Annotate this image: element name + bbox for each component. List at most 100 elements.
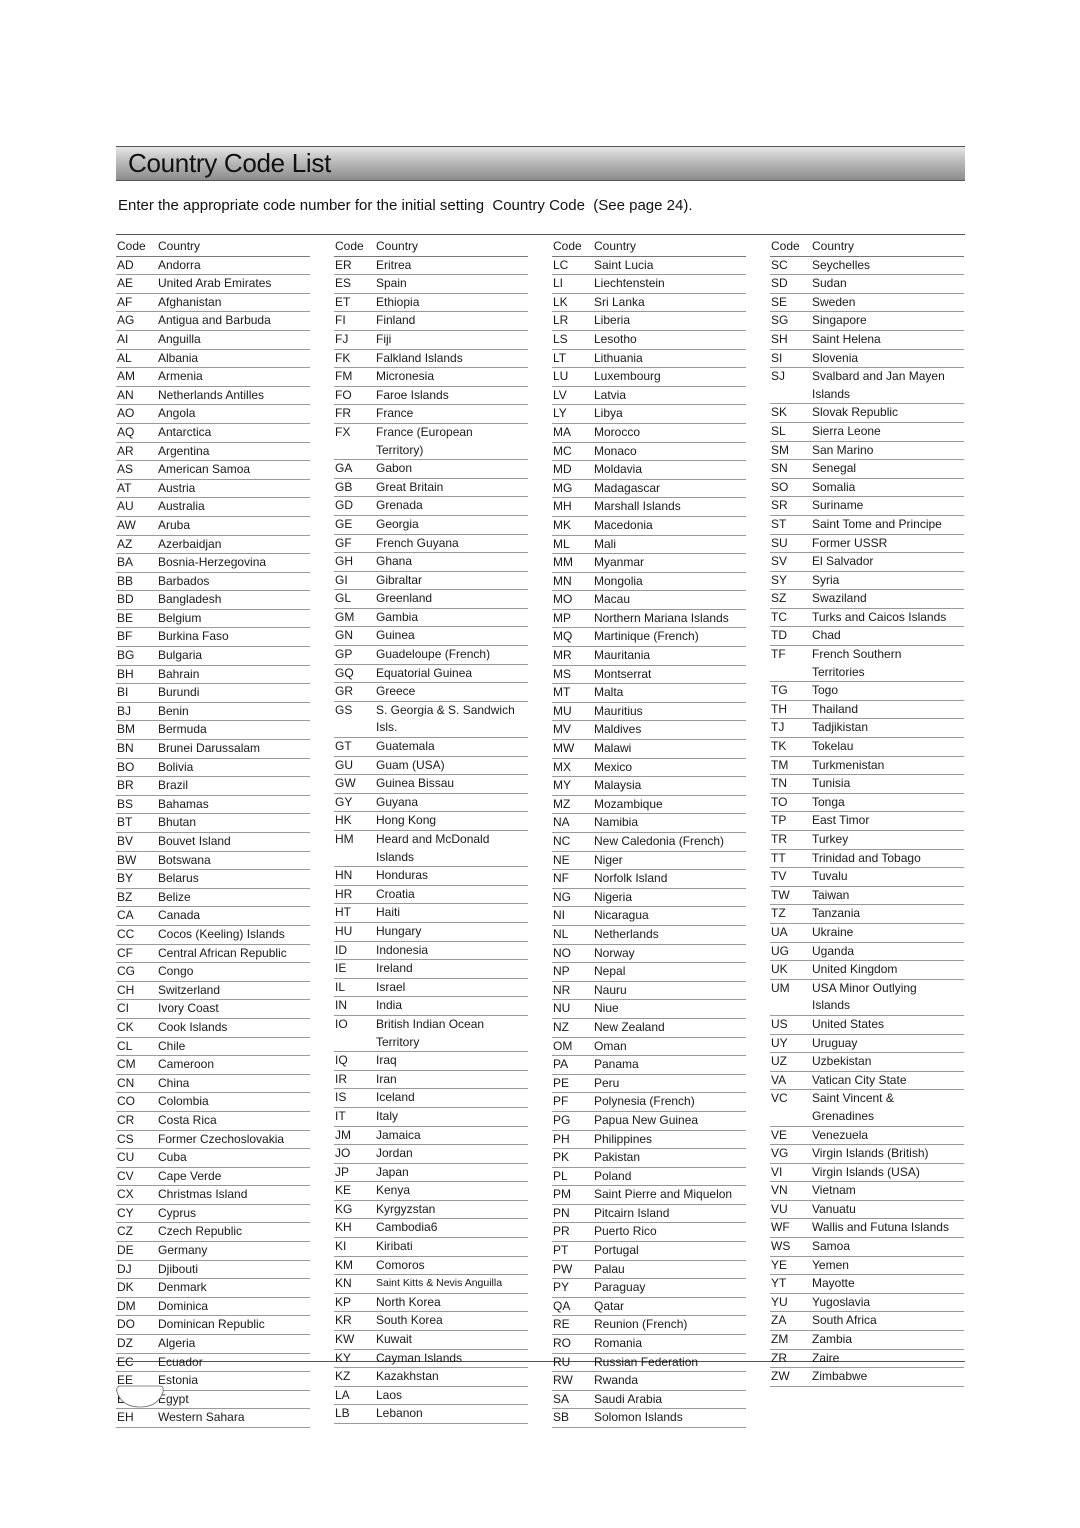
country-code: KH (335, 1220, 352, 1235)
country-name: Albania (158, 350, 199, 365)
table-row: CM Cameroon (116, 1056, 310, 1075)
country-name: Somalia (812, 479, 856, 494)
table-row: MT Malta (552, 684, 746, 703)
table-row: TO Tonga (770, 794, 964, 813)
country-code: AG (117, 313, 135, 328)
table-row: FO Faroe Islands (334, 387, 528, 406)
country-code: KP (335, 1294, 352, 1309)
table-row: KW Kuwait (334, 1331, 528, 1350)
table-row: PY Paraguay (552, 1279, 746, 1298)
table-row: CG Congo (116, 963, 310, 982)
table-row: ST Saint Tome and Principe (770, 516, 964, 535)
country-code: QA (553, 1298, 571, 1313)
country-code: YU (771, 1294, 788, 1309)
country-code: PK (553, 1150, 570, 1165)
table-row: SB Solomon Islands (552, 1409, 746, 1428)
page-number-badge (116, 1385, 164, 1408)
country-name: Laos (376, 1387, 403, 1402)
country-code: CO (117, 1094, 135, 1109)
country-name: Pakistan (594, 1150, 641, 1165)
table-row: RW Rwanda (552, 1372, 746, 1391)
table-row: CY Cyprus (116, 1205, 310, 1224)
country-code: SG (771, 313, 789, 328)
table-row: TJ Tadjikistan (770, 719, 964, 739)
table-row: CZ Czech Republic (116, 1223, 310, 1243)
table-row: VN Vietnam (770, 1182, 964, 1201)
table-row: BO Bolivia (116, 759, 310, 778)
table-row: KG Kyrgyzstan (334, 1201, 528, 1220)
table-row: KN Saint Kitts & Nevis Anguilla (334, 1275, 528, 1294)
table-row: CK Cook Islands (116, 1019, 310, 1038)
table-row: MK Macedonia (552, 517, 746, 536)
country-name: Algeria (158, 1336, 196, 1351)
country-code: NC (553, 834, 571, 848)
table-row: SK Slovak Republic (770, 404, 964, 423)
table-row: EH Western Sahara (116, 1409, 310, 1428)
table-row: CO Colombia (116, 1093, 310, 1112)
country-code: PW (553, 1261, 573, 1276)
country-name: Seychelles (812, 257, 871, 272)
table-row: GI Gibraltar (334, 572, 528, 591)
country-code: LT (553, 350, 567, 365)
table-row: SI Slovenia (770, 350, 964, 369)
country-name: Taiwan (812, 887, 850, 902)
table-row: BD Bangladesh (116, 591, 310, 610)
country-name: Lesotho (594, 331, 637, 346)
table-row: AM Armenia (116, 368, 310, 387)
country-code: BA (117, 555, 134, 570)
country-name: Belize (158, 889, 191, 904)
country-name: Mayotte (812, 1276, 855, 1291)
country-name: Saint Tome and Principe (812, 516, 942, 531)
table-row: MM Myanmar (552, 554, 746, 573)
table-row: NF Norfolk Island (552, 870, 746, 889)
table-row: LC Saint Lucia (552, 257, 746, 276)
table-row: QA Qatar (552, 1298, 746, 1317)
country-name: Philippines (594, 1131, 653, 1146)
table-row: GT Guatemala (334, 738, 528, 757)
table-row: BR Brazil (116, 777, 310, 796)
country-name: Syria (812, 572, 840, 587)
country-code: LB (335, 1406, 350, 1421)
country-code: BH (117, 666, 134, 681)
country-name: China (158, 1075, 190, 1090)
table-row: KZ Kazakhstan (334, 1368, 528, 1387)
country-name: Finland (376, 313, 416, 328)
country-code: IS (335, 1090, 347, 1105)
country-code: TZ (771, 906, 786, 921)
country-code: KR (335, 1313, 352, 1328)
table-row: NC New Caledonia (French) (552, 833, 746, 852)
country-name: Heard and McDonald Islands (376, 832, 490, 864)
table-row: BY Belarus (116, 870, 310, 889)
country-name: Rwanda (594, 1373, 639, 1388)
country-code: KM (335, 1257, 353, 1272)
table-row: MS Montserrat (552, 666, 746, 685)
table-row: HT Haiti (334, 904, 528, 923)
country-name: Liechtenstein (594, 276, 665, 291)
country-name: Egypt (158, 1391, 189, 1406)
country-name: Botswana (158, 852, 211, 867)
table-row: NZ New Zealand (552, 1019, 746, 1038)
table-row: MZ Mozambique (552, 796, 746, 815)
country-code: GB (335, 479, 353, 494)
country-name: Andorra (158, 257, 201, 272)
country-name: New Caledonia (French) (594, 834, 725, 848)
table-row: SO Somalia (770, 479, 964, 498)
table-row: MQ Martinique (French) (552, 628, 746, 648)
country-name: Bouvet Island (158, 834, 231, 848)
table-row: KI Kiribati (334, 1238, 528, 1257)
country-code: CG (117, 964, 135, 979)
table-row: ET Ethiopia (334, 294, 528, 313)
country-code: HN (335, 868, 353, 883)
table-row: IO British Indian Ocean Territory (334, 1016, 528, 1053)
country-code: CS (117, 1131, 134, 1146)
country-name: United States (812, 1016, 885, 1031)
country-name: Saint Helena (812, 331, 881, 346)
table-row: MU Mauritius (552, 703, 746, 722)
table-row: WF Wallis and Futuna Islands (770, 1219, 964, 1239)
country-code: BE (117, 610, 134, 625)
country-code: GN (335, 628, 353, 643)
table-row: FK Falkland Islands (334, 350, 528, 369)
country-code: BG (117, 648, 135, 663)
table-row: SN Senegal (770, 460, 964, 479)
country-name: Martinique (French) (594, 629, 699, 644)
